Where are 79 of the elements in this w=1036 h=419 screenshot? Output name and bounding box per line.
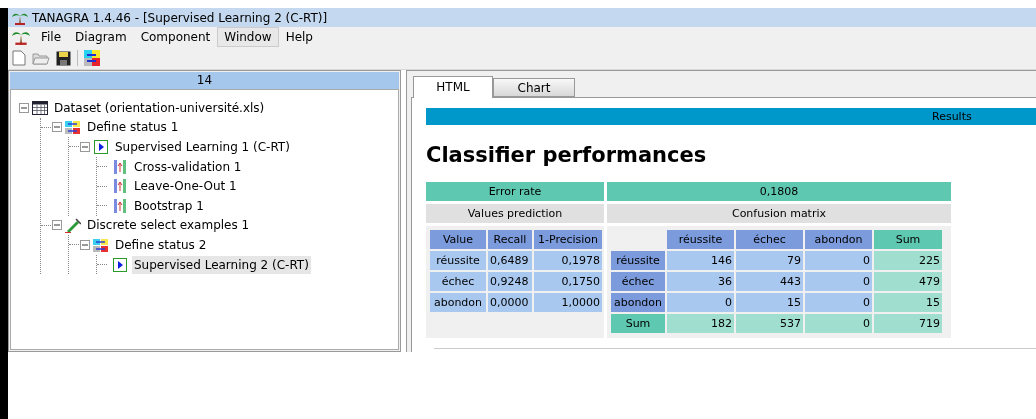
- column-header: réussite: [667, 230, 734, 249]
- tree-item[interactable]: Cross-validation 1: [132, 157, 244, 176]
- collapse-icon[interactable]: [80, 239, 90, 250]
- tree-item[interactable]: Supervised Learning 2 (C-RT): [132, 255, 311, 274]
- palm-tree-icon[interactable]: [12, 29, 30, 45]
- table-cell: 79: [736, 251, 803, 270]
- striped-bars-icon: [112, 158, 128, 175]
- tree-item[interactable]: Discrete select examples 1: [85, 216, 252, 235]
- play-icon: [112, 256, 128, 273]
- row-header: abondon: [611, 293, 665, 312]
- table-cell: 0: [667, 293, 734, 312]
- table-header: Error rate: [426, 182, 604, 201]
- colored-grid-icon: [65, 119, 81, 136]
- row-header: Sum: [611, 314, 665, 333]
- tree-item[interactable]: Define status 2: [113, 235, 209, 254]
- table-cell: 0: [805, 293, 872, 312]
- execute-icon[interactable]: [84, 50, 100, 66]
- table-cell: 36: [667, 272, 734, 291]
- collapse-icon[interactable]: [80, 142, 90, 152]
- play-icon: [93, 139, 109, 155]
- table-header: Confusion matrix: [607, 204, 951, 223]
- pen-icon: [65, 217, 81, 234]
- open-folder-icon[interactable]: [32, 51, 50, 65]
- menu-item[interactable]: Window: [217, 27, 279, 47]
- row-header: réussite: [430, 251, 486, 270]
- striped-bars-icon: [112, 197, 128, 214]
- column-header: abondon: [805, 230, 872, 249]
- tree-item[interactable]: Leave-One-Out 1: [132, 177, 239, 196]
- table-cell: 0: [805, 272, 872, 291]
- table-header: Values prediction: [426, 204, 604, 223]
- table-cell: 182: [667, 314, 734, 333]
- results-banner: Results: [426, 108, 1036, 125]
- table-icon: [32, 99, 48, 116]
- column-header: échec: [736, 230, 803, 249]
- table-cell: 15: [874, 293, 942, 312]
- pane-header: 14: [10, 72, 399, 89]
- column-header: Sum: [874, 230, 942, 249]
- table-cell: 443: [736, 272, 803, 291]
- save-icon[interactable]: [56, 50, 71, 66]
- table-cell: 719: [874, 314, 942, 333]
- row-header: échec: [611, 272, 665, 291]
- collapse-icon[interactable]: [19, 102, 29, 113]
- colored-grid-icon: [93, 236, 109, 253]
- table-cell: 0,1750: [534, 272, 602, 291]
- table-cell: 0,1978: [534, 251, 602, 270]
- row-header: réussite: [611, 251, 665, 270]
- table-cell: 0,0000: [488, 293, 532, 312]
- tab[interactable]: Chart: [493, 78, 575, 97]
- table-cell: 537: [736, 314, 803, 333]
- table-cell: 15: [736, 293, 803, 312]
- table-cell: 1,0000: [534, 293, 602, 312]
- tree-item[interactable]: Define status 1: [85, 118, 181, 137]
- menu-item[interactable]: File: [34, 27, 69, 47]
- tree-item[interactable]: Dataset (orientation-université.xls): [52, 98, 267, 117]
- window-title: TANAGRA 1.4.46 - [Supervised Learning 2 (C-RT)]: [32, 9, 328, 27]
- tree-item[interactable]: Bootstrap 1: [132, 196, 206, 215]
- table-cell: 0,9248: [488, 272, 532, 291]
- table-cell: 0: [805, 314, 872, 333]
- column-header: Recall: [488, 230, 532, 249]
- error-rate-value: 0,1808: [607, 182, 951, 201]
- row-header: abondon: [430, 293, 486, 312]
- table-cell: 0: [805, 251, 872, 270]
- striped-bars-icon: [112, 178, 128, 195]
- row-header: échec: [430, 272, 486, 291]
- table-cell: 479: [874, 272, 942, 291]
- new-file-icon[interactable]: [12, 50, 26, 66]
- menu-item[interactable]: Help: [278, 27, 320, 47]
- collapse-icon[interactable]: [52, 122, 62, 133]
- column-header: 1-Precision: [534, 230, 602, 249]
- table-cell: 225: [874, 251, 942, 270]
- tab[interactable]: HTML: [413, 76, 493, 98]
- table-cell: 146: [667, 251, 734, 270]
- menu-item[interactable]: Diagram: [68, 27, 134, 47]
- menu-item[interactable]: Component: [133, 27, 218, 47]
- column-header: Value: [430, 230, 486, 249]
- collapse-icon[interactable]: [52, 220, 62, 231]
- tree-item[interactable]: Supervised Learning 1 (C-RT): [113, 138, 292, 156]
- table-cell: 0,6489: [488, 251, 532, 270]
- page-heading: Classifier performances: [426, 142, 708, 168]
